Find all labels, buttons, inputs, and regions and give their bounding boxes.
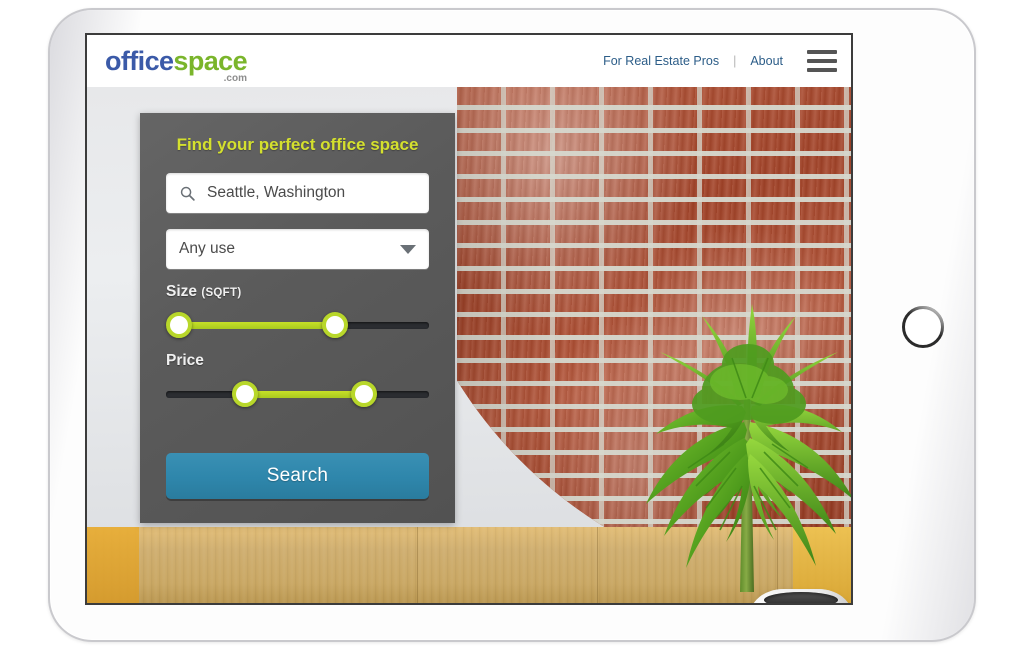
nav-link-about[interactable]: About [750, 54, 783, 68]
header-navigation: For Real Estate Pros | About [603, 50, 837, 72]
home-button[interactable] [902, 306, 944, 348]
search-panel: Find your perfect office space Seattle, … [140, 113, 455, 523]
hamburger-bar [807, 68, 837, 72]
use-type-dropdown[interactable]: Any use [166, 229, 429, 269]
size-label-unit: (SQFT) [201, 287, 242, 299]
hamburger-bar [807, 59, 837, 63]
price-slider-label: Price [166, 352, 429, 370]
nav-separator: | [733, 54, 737, 68]
logo-text-space: space [173, 45, 247, 76]
price-slider-min-handle[interactable] [232, 381, 259, 407]
panel-title: Find your perfect office space [176, 135, 419, 154]
size-slider-group: Size (SQFT) [166, 283, 429, 338]
size-slider-min-handle[interactable] [166, 312, 192, 338]
use-type-value: Any use [179, 240, 236, 257]
nav-link-for-real-estate-pros[interactable]: For Real Estate Pros [603, 54, 719, 68]
chevron-down-icon [400, 244, 416, 254]
hero-section: Find your perfect office space Seattle, … [87, 87, 851, 603]
site-logo[interactable]: officespace .com [105, 45, 248, 83]
tablet-screen: officespace .com For Real Estate Pros | … [85, 33, 853, 605]
price-slider-max-handle[interactable] [350, 381, 377, 407]
size-range-slider[interactable] [166, 312, 429, 338]
price-label-text: Price [166, 352, 204, 369]
site-header: officespace .com For Real Estate Pros | … [87, 35, 851, 87]
floor-light-band-left [87, 527, 139, 603]
floor-plank-seam [417, 527, 418, 603]
logo-text-dotcom: .com [223, 72, 247, 84]
price-range-slider[interactable] [166, 381, 429, 407]
size-slider-label: Size (SQFT) [166, 283, 429, 301]
hamburger-menu-icon[interactable] [807, 50, 837, 72]
search-button[interactable]: Search [166, 453, 429, 499]
logo-text-office: office [105, 45, 174, 76]
price-slider-fill [245, 391, 364, 398]
location-value: Seattle, Washington [207, 184, 346, 201]
pot-soil-rim [764, 592, 838, 603]
wood-floor [87, 527, 851, 603]
size-slider-fill [179, 322, 336, 329]
price-slider-group: Price [166, 352, 429, 407]
size-slider-max-handle[interactable] [322, 312, 349, 338]
location-search-input[interactable]: Seattle, Washington [166, 173, 429, 213]
size-label-text: Size [166, 283, 198, 300]
floor-plank-seam [597, 527, 598, 603]
hamburger-bar [807, 50, 837, 54]
search-icon [180, 186, 195, 201]
